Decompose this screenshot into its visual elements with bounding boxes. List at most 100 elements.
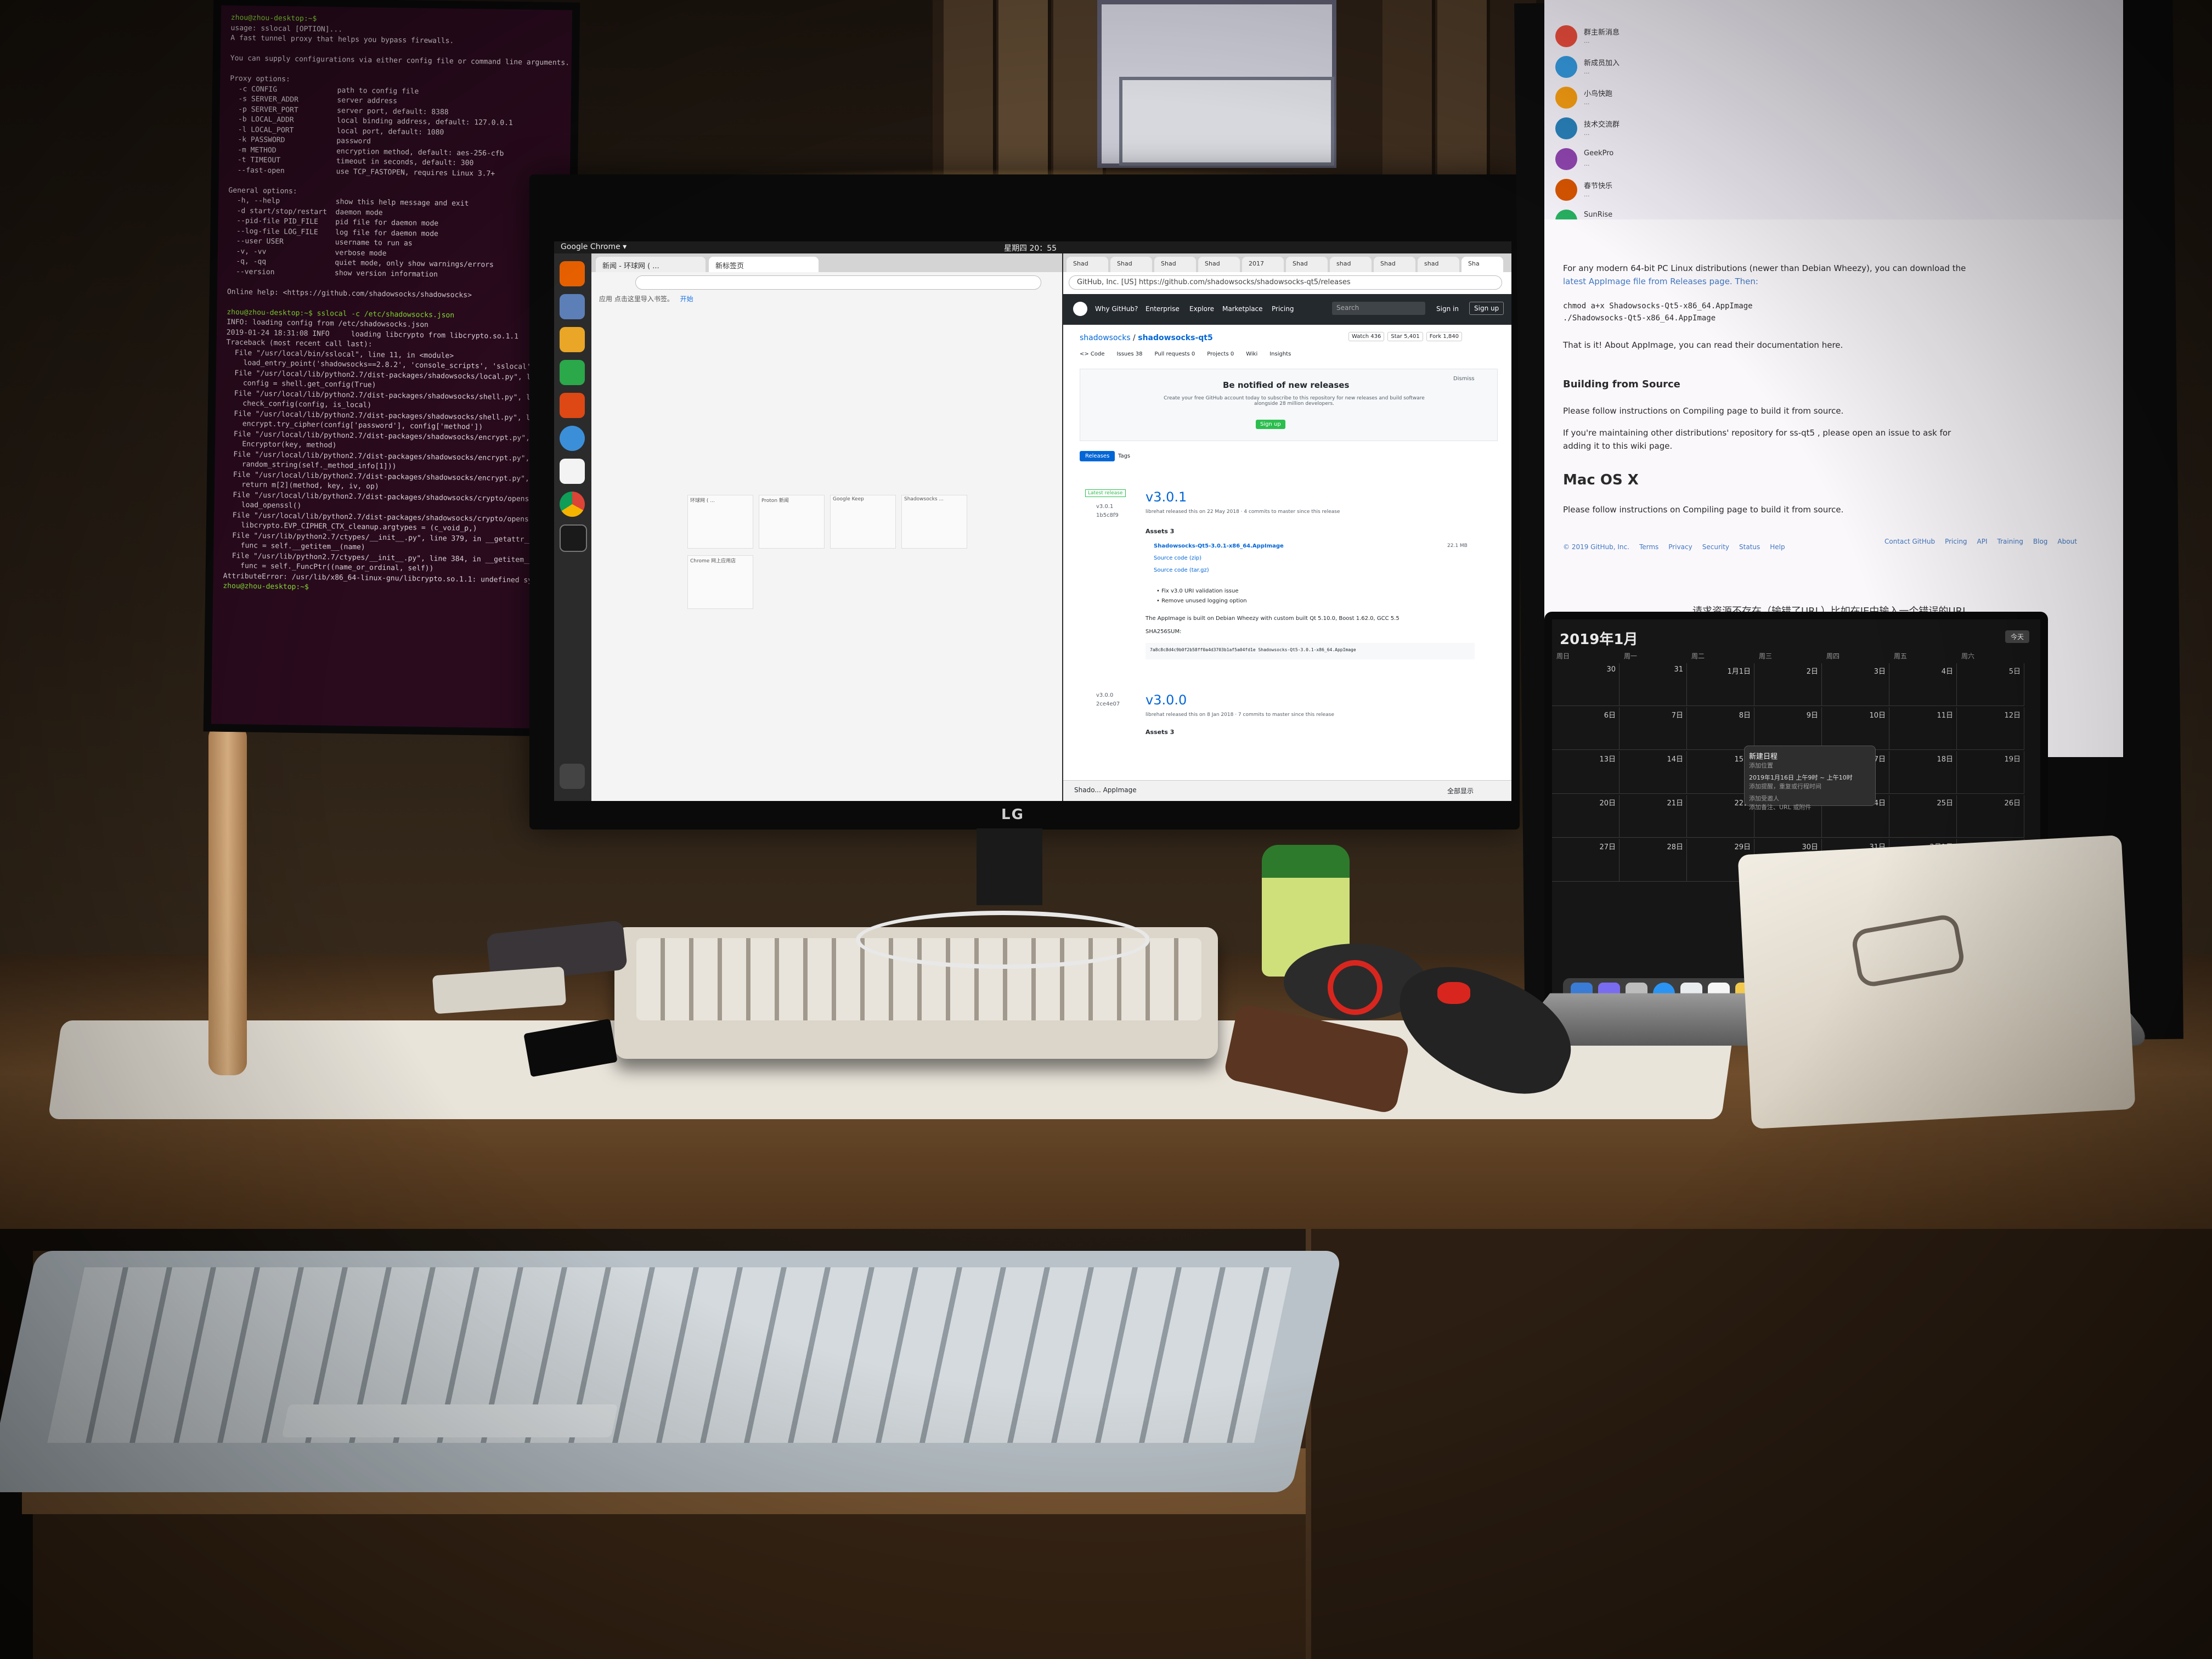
browser-tab[interactable]: shad xyxy=(1330,257,1372,272)
chrome-icon[interactable] xyxy=(560,492,585,517)
show-all-downloads[interactable]: 全部显示 xyxy=(1447,786,1474,795)
terminal-icon[interactable] xyxy=(560,524,587,552)
calendar-day-cell[interactable]: 18日 xyxy=(1889,751,1957,794)
footer-link[interactable]: Terms xyxy=(1639,543,1658,551)
calendar-day-cell[interactable]: 4日 xyxy=(1889,663,1957,706)
repo-tab[interactable]: Projects 0 xyxy=(1207,351,1234,357)
repo-tab[interactable]: Wiki xyxy=(1246,351,1257,357)
browser-tab[interactable]: Sha xyxy=(1462,257,1503,272)
bookmarks-import-link[interactable]: 开始 xyxy=(680,295,693,303)
footer-link[interactable]: Pricing xyxy=(1945,538,1967,545)
footer-link[interactable]: Status xyxy=(1739,543,1760,551)
asset-targz-link[interactable]: Source code (tar.gz) xyxy=(1154,567,1209,573)
nav-explore[interactable]: Explore xyxy=(1189,305,1214,313)
calendar-day-cell[interactable]: 19日 xyxy=(1957,751,2024,794)
footer-link[interactable]: Training xyxy=(1997,538,2023,545)
browser-tab[interactable]: Shad xyxy=(1110,257,1152,272)
address-bar[interactable]: GitHub, Inc. [US] https://github.com/sha… xyxy=(1069,275,1502,290)
repo-tab[interactable]: Issues 38 xyxy=(1117,351,1143,357)
release-tag[interactable]: v3.0.1 xyxy=(1096,504,1113,510)
repo-count-button[interactable]: Watch 436 xyxy=(1348,332,1385,341)
calendar-day-cell[interactable]: 30 xyxy=(1552,663,1620,706)
calendar-day-cell[interactable]: 14日 xyxy=(1620,751,1687,794)
download-item[interactable]: Shado... AppImage xyxy=(1074,786,1137,794)
terminal-output[interactable]: zhou@zhou-desktop:~$ usage: sslocal [OPT… xyxy=(213,5,580,604)
readme-line[interactable]: latest AppImage file from Releases page.… xyxy=(1563,276,1758,286)
calendar-day-cell[interactable]: 21日 xyxy=(1620,795,1687,838)
browser-tab[interactable]: Shad xyxy=(1374,257,1415,272)
sign-in-link[interactable]: Sign in xyxy=(1436,305,1459,313)
tab-new-tab[interactable]: 新标签页 xyxy=(709,257,819,272)
nav-pricing[interactable]: Pricing xyxy=(1272,305,1294,313)
popover-alerts[interactable]: 添加提醒，重复或行程时间 xyxy=(1749,782,1871,791)
popover-time[interactable]: 2019年1月16日 上午9时 ~ 上午10时 xyxy=(1749,773,1871,782)
files-icon[interactable] xyxy=(560,294,585,319)
browser-tab[interactable]: shad xyxy=(1418,257,1459,272)
calendar-day-cell[interactable]: 6日 xyxy=(1552,707,1620,750)
footer-link[interactable]: Security xyxy=(1702,543,1729,551)
calendar-day-cell[interactable]: 12日 xyxy=(1957,707,2024,750)
assets-label[interactable]: Assets 3 xyxy=(1146,528,1174,535)
asset-zip-link[interactable]: Source code (zip) xyxy=(1154,555,1201,561)
calendar-day-cell[interactable]: 20日 xyxy=(1552,795,1620,838)
calendar-day-cell[interactable]: 1月1日 xyxy=(1687,663,1754,706)
address-bar[interactable] xyxy=(635,275,1041,290)
repo-count-button[interactable]: Fork 1,840 xyxy=(1426,332,1462,341)
most-visited-tile[interactable]: Chrome 网上应用店 xyxy=(687,555,753,609)
most-visited-tile[interactable]: 环球网 ( ... xyxy=(687,495,753,549)
chat-list-item[interactable]: 新成员加入... xyxy=(1555,53,1830,86)
repo-tab[interactable]: <> Code xyxy=(1080,351,1105,357)
repo-count-button[interactable]: Star 5,401 xyxy=(1387,332,1423,341)
calendar-day-cell[interactable]: 28日 xyxy=(1620,839,1687,882)
popover-notes[interactable]: 添加备注、URL 或附件 xyxy=(1749,803,1871,811)
software-icon[interactable] xyxy=(560,393,585,418)
github-logo-icon[interactable] xyxy=(1073,302,1087,316)
show-apps-icon[interactable] xyxy=(560,764,585,789)
chat-list-item[interactable]: 技术交流群... xyxy=(1555,114,1830,147)
repo-tab[interactable]: Pull requests 0 xyxy=(1155,351,1195,357)
clock[interactable]: 星期四 20：55 xyxy=(1004,242,1057,253)
browser-tab[interactable]: Shad xyxy=(1066,257,1108,272)
repo-name-link[interactable]: shadowsocks-qt5 xyxy=(1138,334,1212,342)
footer-link[interactable]: Privacy xyxy=(1668,543,1692,551)
amazon-icon[interactable] xyxy=(560,459,585,484)
calendar-day-cell[interactable]: 11日 xyxy=(1889,707,1957,750)
most-visited-tile[interactable]: Shadowsocks ... xyxy=(901,495,967,549)
nav-enterprise[interactable]: Enterprise xyxy=(1146,305,1180,313)
browser-tab[interactable]: Shad xyxy=(1286,257,1328,272)
footer-link[interactable]: Help xyxy=(1770,543,1785,551)
release-title[interactable]: v3.0.1 xyxy=(1146,489,1187,505)
tags-tab[interactable]: Tags xyxy=(1118,453,1130,459)
chat-list-item[interactable]: 春节快乐... xyxy=(1555,176,1830,208)
rhythmbox-icon[interactable] xyxy=(560,327,585,352)
asset-appimage-link[interactable]: Shadowsocks-Qt5-3.0.1-x86_64.AppImage xyxy=(1154,543,1284,549)
nav-why-github[interactable]: Why GitHub? xyxy=(1095,305,1138,313)
tab-news[interactable]: 新闻 - 环球网 ( ... xyxy=(596,257,706,272)
office-icon[interactable] xyxy=(560,360,585,385)
release-title[interactable]: v3.0.0 xyxy=(1146,692,1187,708)
browser-tab[interactable]: 2017 xyxy=(1242,257,1284,272)
most-visited-tile[interactable]: Proton 新闻 xyxy=(759,495,825,549)
calendar-day-cell[interactable]: 13日 xyxy=(1552,751,1620,794)
help-icon[interactable] xyxy=(560,426,585,451)
releases-tab[interactable]: Releases xyxy=(1080,451,1115,461)
active-app-menu[interactable]: Google Chrome ▾ xyxy=(561,242,627,251)
notify-sign-up-button[interactable]: Sign up xyxy=(1256,420,1285,429)
calendar-day-cell[interactable]: 27日 xyxy=(1552,839,1620,882)
nav-marketplace[interactable]: Marketplace xyxy=(1222,305,1263,313)
sign-up-button[interactable]: Sign up xyxy=(1469,302,1504,315)
footer-link[interactable]: API xyxy=(1977,538,1988,545)
repo-owner-link[interactable]: shadowsocks xyxy=(1080,334,1131,342)
browser-tab[interactable]: Shad xyxy=(1198,257,1240,272)
calendar-day-cell[interactable]: 3日 xyxy=(1822,663,1889,706)
assets-label[interactable]: Assets 3 xyxy=(1146,729,1174,736)
calendar-day-cell[interactable]: 26日 xyxy=(1957,795,2024,838)
calendar-day-cell[interactable]: 9日 xyxy=(1754,707,1822,750)
github-search-input[interactable]: Search xyxy=(1332,302,1425,315)
most-visited-tile[interactable]: Google Keep xyxy=(830,495,896,549)
release-commit[interactable]: 2ce4e07 xyxy=(1096,701,1120,707)
footer-link[interactable]: Contact GitHub xyxy=(1884,538,1935,545)
release-commit[interactable]: 1b5c8f9 xyxy=(1096,512,1119,518)
calendar-day-cell[interactable]: 5日 xyxy=(1957,663,2024,706)
chat-list-item[interactable]: 群主新消息... xyxy=(1555,22,1830,55)
